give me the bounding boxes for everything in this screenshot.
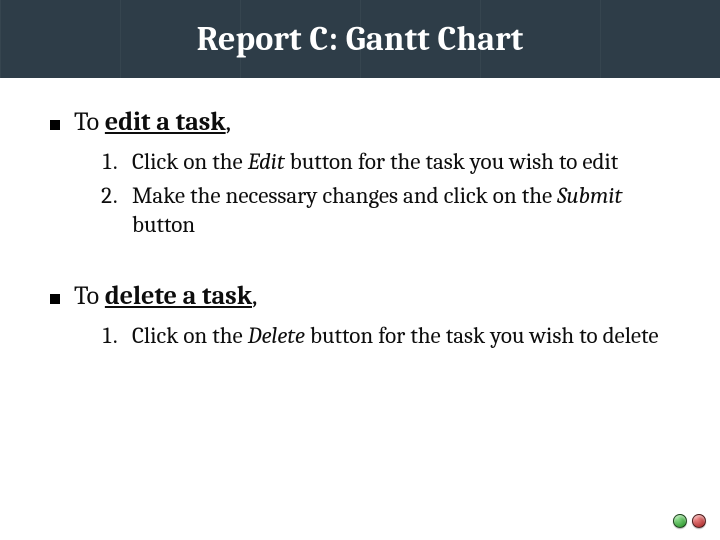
delete-steps-list: Click on the Delete button for the task … [50,321,670,350]
edit-keyword: Edit [248,148,285,175]
delete-action-phrase: delete a task [105,281,252,311]
bullet-edit-task: To edit a task, [50,106,670,139]
list-item: Make the necessary changes and click on … [122,181,670,240]
prev-slide-button[interactable] [673,514,687,528]
step-text: button for the task you wish to delete [305,322,659,349]
bullet-delete-task: To delete a task, [50,280,670,313]
lead-prefix: To [74,281,105,311]
list-item: Click on the Edit button for the task yo… [122,147,670,176]
next-slide-button[interactable] [692,514,706,528]
lead-suffix: , [252,281,257,311]
edit-action-phrase: edit a task [105,107,226,137]
list-item: Click on the Delete button for the task … [122,321,670,350]
delete-keyword: Delete [248,322,305,349]
submit-keyword: Submit [557,182,622,209]
step-text: button [132,211,195,238]
edit-steps-list: Click on the Edit button for the task yo… [50,147,670,239]
slide-nav [673,514,706,528]
lead-prefix: To [74,107,105,137]
step-text: Click on the [132,322,248,349]
slide-header: Report C: Gantt Chart [0,0,720,78]
bullet-delete-lead: To delete a task, [74,280,257,313]
lead-suffix: , [226,107,231,137]
slide-body: To edit a task, Click on the Edit button… [0,78,720,350]
square-bullet-icon [50,294,60,304]
bullet-edit-lead: To edit a task, [74,106,231,139]
step-text: Click on the [132,148,248,175]
step-text: Make the necessary changes and click on … [132,182,557,209]
step-text: button for the task you wish to edit [285,148,619,175]
square-bullet-icon [50,120,60,130]
slide-title: Report C: Gantt Chart [197,19,524,59]
